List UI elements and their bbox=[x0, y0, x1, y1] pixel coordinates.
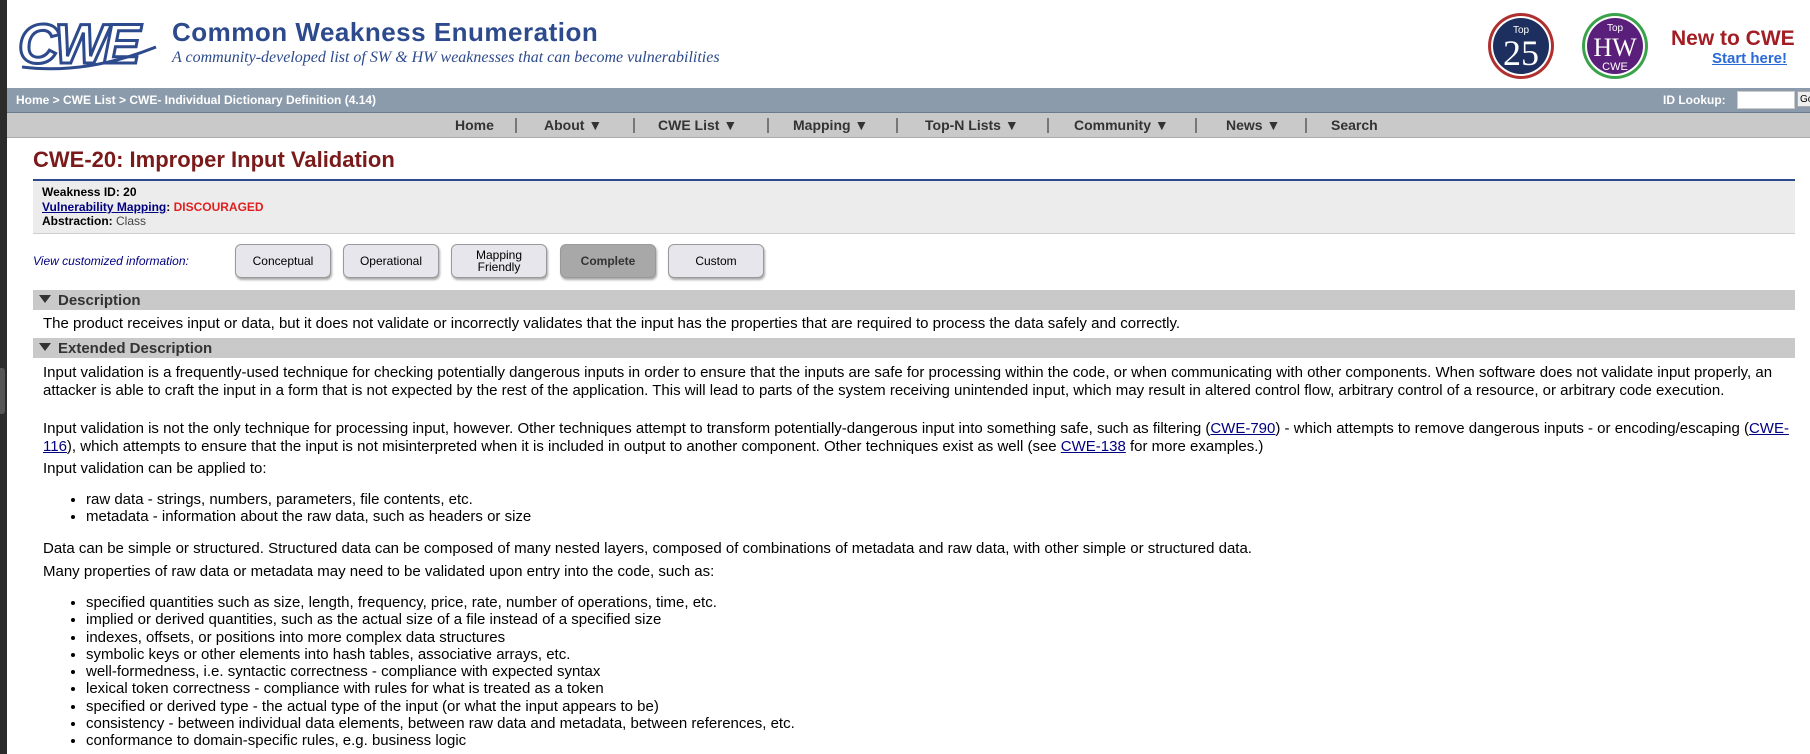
nav-about[interactable]: About ▼ bbox=[544, 117, 602, 133]
nav-separator bbox=[1047, 118, 1049, 133]
page: CWE Common Weakness Enumeration A commun… bbox=[7, 0, 1810, 754]
breadcrumb[interactable]: Home > CWE List > CWE- Individual Dictio… bbox=[16, 93, 376, 107]
mapping-friendly-label: Mapping Friendly bbox=[475, 248, 523, 274]
extended-paragraph-5: Many properties of raw data or metadata … bbox=[43, 563, 715, 580]
extended-paragraph-3: Input validation can be applied to: bbox=[43, 460, 267, 477]
extended-p2-text-d: for more examples.) bbox=[1125, 437, 1264, 455]
extended-p2-text-c: ), which attempts to ensure that the inp… bbox=[66, 437, 1061, 455]
collapse-triangle-icon[interactable] bbox=[39, 343, 51, 351]
nav-separator bbox=[515, 118, 517, 133]
page-title: CWE-20: Improper Input Validation bbox=[33, 147, 395, 172]
properties-list: specified quantities such as size, lengt… bbox=[64, 594, 795, 750]
input-applies-list: raw data - strings, numbers, parameters,… bbox=[64, 491, 531, 526]
list-item: indexes, offsets, or positions into more… bbox=[86, 629, 795, 646]
list-item: metadata - information about the raw dat… bbox=[86, 508, 531, 525]
description-heading: Description bbox=[58, 292, 141, 309]
abstraction-value: Class bbox=[116, 214, 147, 228]
nav-news[interactable]: News ▼ bbox=[1226, 117, 1280, 133]
cwe-138-link[interactable]: CWE-138 bbox=[1061, 438, 1126, 455]
view-conceptual-button[interactable]: Conceptual bbox=[235, 244, 331, 278]
abstraction-row: Abstraction: Class bbox=[42, 214, 146, 228]
view-mapping-friendly-button[interactable]: Mapping Friendly bbox=[451, 244, 547, 278]
top25-badge[interactable]: Top 25 bbox=[1483, 11, 1559, 81]
id-lookup-input[interactable] bbox=[1737, 91, 1795, 109]
main-nav: Home About ▼ CWE List ▼ Mapping ▼ Top-N … bbox=[7, 113, 1810, 138]
weakness-id-value: 20 bbox=[123, 185, 137, 199]
weakness-id-row: Weakness ID: 20 bbox=[42, 185, 137, 199]
extended-p2-text-b: ) - which attempts to remove dangerous i… bbox=[1275, 420, 1749, 437]
new-to-cwe-heading[interactable]: New to CWE bbox=[1671, 27, 1795, 51]
cwe-790-link[interactable]: CWE-790 bbox=[1210, 420, 1275, 437]
nav-community[interactable]: Community ▼ bbox=[1074, 117, 1169, 133]
nav-cwe-list[interactable]: CWE List ▼ bbox=[658, 117, 737, 133]
window-left-edge bbox=[0, 0, 7, 754]
extended-description-heading: Extended Description bbox=[58, 340, 213, 357]
extended-paragraph-1: Input validation is a frequently-used te… bbox=[43, 364, 1773, 399]
top25-badge-number: 25 bbox=[1503, 33, 1539, 73]
nav-mapping[interactable]: Mapping ▼ bbox=[793, 117, 868, 133]
list-item: raw data - strings, numbers, parameters,… bbox=[86, 491, 531, 508]
top-hw-cwe-badge[interactable]: Top HW CWE bbox=[1577, 11, 1653, 81]
weakness-meta: Weakness ID: 20 Vulnerability Mapping: D… bbox=[33, 181, 1795, 234]
nav-search[interactable]: Search bbox=[1331, 117, 1378, 133]
view-operational-button[interactable]: Operational bbox=[343, 244, 439, 278]
id-lookup-label: ID Lookup: bbox=[1663, 93, 1726, 107]
list-item: specified quantities such as size, lengt… bbox=[86, 594, 795, 611]
site-header: CWE Common Weakness Enumeration A commun… bbox=[7, 0, 1810, 88]
list-item: well-formedness, i.e. syntactic correctn… bbox=[86, 663, 795, 680]
view-complete-button[interactable]: Complete bbox=[560, 244, 656, 278]
extended-description-section-header[interactable]: Extended Description bbox=[33, 338, 1795, 358]
list-item: symbolic keys or other elements into has… bbox=[86, 646, 795, 663]
cwe-logo[interactable]: CWE bbox=[16, 17, 168, 73]
view-custom-button[interactable]: Custom bbox=[668, 244, 764, 278]
start-here-link[interactable]: Start here! bbox=[1712, 50, 1787, 67]
site-subtitle: A community-developed list of SW & HW we… bbox=[172, 49, 720, 66]
nav-separator bbox=[767, 118, 769, 133]
vulnerability-mapping-link[interactable]: Vulnerability Mapping bbox=[42, 200, 166, 214]
view-customized-label: View customized information: bbox=[33, 254, 189, 268]
list-item: specified or derived type - the actual t… bbox=[86, 698, 795, 715]
nav-top-n-lists[interactable]: Top-N Lists ▼ bbox=[925, 117, 1019, 133]
hw-badge-main: HW bbox=[1593, 33, 1637, 62]
nav-separator bbox=[1195, 118, 1197, 133]
vulnerability-mapping-value: DISCOURAGED bbox=[173, 200, 264, 214]
collapse-triangle-icon[interactable] bbox=[39, 295, 51, 303]
breadcrumb-bar: Home > CWE List > CWE- Individual Dictio… bbox=[7, 88, 1810, 113]
id-lookup-go-button[interactable]: Go bbox=[1797, 91, 1810, 107]
weakness-id-label: Weakness ID: bbox=[42, 185, 120, 199]
extended-p2-text-a: Input validation is not the only techniq… bbox=[43, 420, 1211, 437]
nav-separator bbox=[633, 118, 635, 133]
site-title[interactable]: Common Weakness Enumeration bbox=[172, 17, 598, 48]
side-panel-handle[interactable] bbox=[0, 368, 5, 414]
description-text: The product receives input or data, but … bbox=[43, 315, 1181, 332]
nav-separator bbox=[1305, 118, 1307, 133]
nav-separator bbox=[896, 118, 898, 133]
hw-badge-sub: CWE bbox=[1602, 61, 1628, 73]
abstraction-label: Abstraction: bbox=[42, 214, 113, 228]
nav-home[interactable]: Home bbox=[455, 117, 494, 133]
extended-paragraph-2: Input validation is not the only techniq… bbox=[43, 420, 1789, 455]
list-item: implied or derived quantities, such as t… bbox=[86, 611, 795, 628]
svg-text:CWE: CWE bbox=[18, 17, 142, 73]
vulnerability-mapping-row: Vulnerability Mapping: DISCOURAGED bbox=[42, 200, 264, 214]
description-section-header[interactable]: Description bbox=[33, 290, 1795, 310]
list-item: conformance to domain-specific rules, e.… bbox=[86, 732, 795, 749]
list-item: lexical token correctness - compliance w… bbox=[86, 680, 795, 697]
list-item: consistency - between individual data el… bbox=[86, 715, 795, 732]
extended-paragraph-4: Data can be simple or structured. Struct… bbox=[43, 540, 1252, 557]
